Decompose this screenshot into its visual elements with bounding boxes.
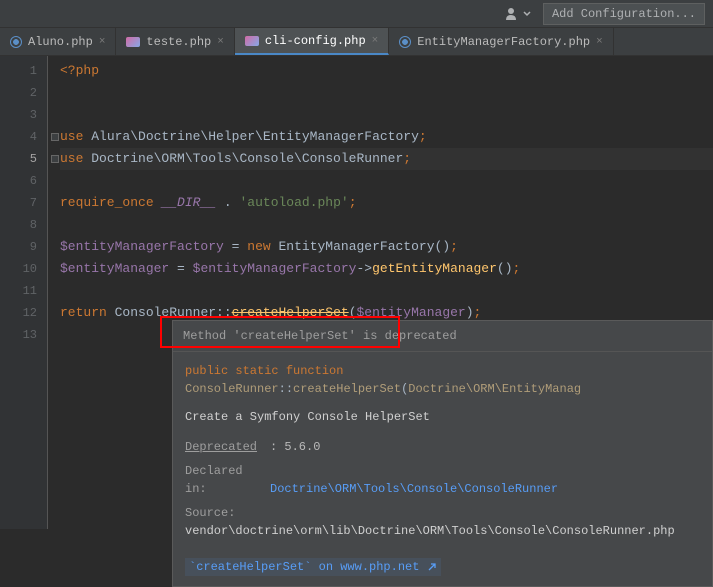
code-line: [60, 170, 713, 192]
php-file-icon: [245, 36, 259, 46]
external-link-icon: [427, 562, 437, 572]
code-line: $entityManagerFactory = new EntityManage…: [60, 236, 713, 258]
external-doc-link[interactable]: `createHelperSet` on www.php.net: [185, 558, 441, 576]
line-number: 5: [0, 148, 37, 170]
fold-icon[interactable]: [51, 155, 59, 163]
deprecated-warning: Method 'createHelperSet' is deprecated: [173, 321, 712, 352]
tab-cli-config[interactable]: cli-config.php ×: [235, 28, 389, 55]
add-configuration-button[interactable]: Add Configuration...: [543, 3, 705, 25]
editor-tabs: Aluno.php × teste.php × cli-config.php ×…: [0, 28, 713, 56]
declared-in-row: Declared in:Doctrine\ORM\Tools\Console\C…: [185, 462, 700, 498]
line-number: 4: [0, 126, 37, 148]
line-number: 1: [0, 60, 37, 82]
code-line: [60, 214, 713, 236]
line-number: 11: [0, 280, 37, 302]
tab-label: Aluno.php: [28, 35, 93, 49]
code-line: use Doctrine\ORM\Tools\Console\ConsoleRu…: [60, 148, 713, 170]
fold-icon[interactable]: [51, 133, 59, 141]
tab-teste[interactable]: teste.php ×: [116, 28, 234, 55]
tooltip-body: public static function ConsoleRunner::cr…: [173, 352, 712, 586]
documentation-tooltip: Method 'createHelperSet' is deprecated p…: [172, 320, 713, 587]
line-number: 2: [0, 82, 37, 104]
code-line: use Alura\Doctrine\Helper\EntityManagerF…: [60, 126, 713, 148]
line-number: 10: [0, 258, 37, 280]
code-line: [60, 104, 713, 126]
code-line: <?php: [60, 60, 713, 82]
line-number: 3: [0, 104, 37, 126]
tab-label: cli-config.php: [265, 34, 366, 48]
method-description: Create a Symfony Console HelperSet: [185, 408, 700, 426]
tab-entitymanagerfactory[interactable]: EntityManagerFactory.php ×: [389, 28, 613, 55]
tooltip-footer: `createHelperSet` on www.php.net: [185, 550, 700, 576]
php-file-icon: [126, 37, 140, 47]
php-file-icon: [399, 36, 411, 48]
tab-label: teste.php: [146, 35, 211, 49]
line-gutter: 1 2 3 4 5 6 7 8 9 10 11 12 13: [0, 56, 48, 529]
toolbar: Add Configuration...: [0, 0, 713, 28]
method-signature: public static function ConsoleRunner::cr…: [185, 362, 700, 398]
line-number: 12: [0, 302, 37, 324]
source-row: Source:vendor\doctrine\orm\lib\Doctrine\…: [185, 504, 700, 540]
user-icon[interactable]: [505, 7, 531, 21]
line-number: 9: [0, 236, 37, 258]
line-number: 7: [0, 192, 37, 214]
php-file-icon: [10, 36, 22, 48]
tab-aluno[interactable]: Aluno.php ×: [0, 28, 116, 55]
close-icon[interactable]: ×: [217, 36, 224, 48]
line-number: 6: [0, 170, 37, 192]
code-line: $entityManager = $entityManagerFactory->…: [60, 258, 713, 280]
line-number: 8: [0, 214, 37, 236]
code-line: [60, 280, 713, 302]
deprecated-row: Deprecated: 5.6.0: [185, 438, 700, 456]
declared-in-link[interactable]: Doctrine\ORM\Tools\Console\ConsoleRunner: [270, 482, 558, 496]
tab-label: EntityManagerFactory.php: [417, 35, 590, 49]
close-icon[interactable]: ×: [372, 35, 379, 47]
code-line: require_once __DIR__ . 'autoload.php';: [60, 192, 713, 214]
line-number: 13: [0, 324, 37, 346]
close-icon[interactable]: ×: [99, 36, 106, 48]
code-line: [60, 82, 713, 104]
close-icon[interactable]: ×: [596, 36, 603, 48]
